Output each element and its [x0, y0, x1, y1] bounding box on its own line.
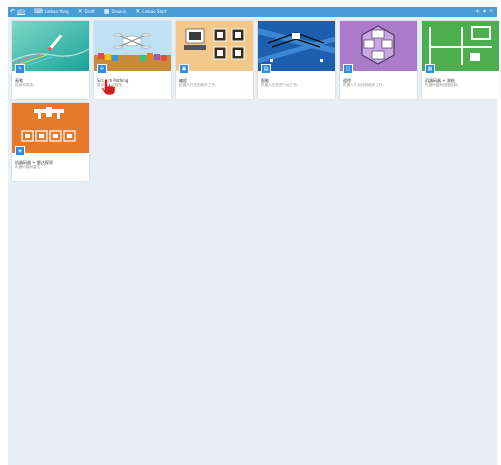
card-radar[interactable]: ◈ 机器码器 + 雷达探测 机器码器和雷达。 — [12, 103, 89, 181]
hand-pointer-icon — [101, 78, 116, 96]
tools-icon: ✕ — [77, 8, 83, 15]
tools-icon: ✕ — [135, 8, 141, 15]
grid-icon: ▦ — [103, 8, 110, 15]
card-pen[interactable]: ✎ 画笔 绘画和笔迹。 — [12, 21, 89, 99]
smart-icon: ▤ — [261, 64, 271, 74]
toolbar-item-2[interactable]: ✕ Draft — [78, 9, 95, 15]
toolbar-item-1-label: Liebao Yang — [44, 9, 69, 14]
toolbar-item-3[interactable]: ▦ Draw.io — [104, 9, 127, 15]
remote-icon: ◫ — [343, 64, 353, 74]
card-pen-desc: 绘画和笔迹。 — [15, 83, 37, 87]
toolbar-right-controls: ◐ ◉ ☰ — [473, 9, 493, 13]
card-radar-desc: 机器码器和雷达。 — [15, 165, 44, 169]
toolbar-item-2-label: Draft — [84, 9, 95, 14]
radar-icon: ◈ — [15, 146, 25, 156]
card-programming[interactable]: ▣ 编程 机器人行走的程序工作。 — [176, 21, 253, 99]
pen-icon: ✎ — [15, 64, 25, 74]
code-icon: ⌨ — [34, 8, 43, 15]
toolbar-item-4[interactable]: ✕ Liebao Start — [135, 9, 166, 15]
language-icon[interactable]: ◐ — [476, 9, 480, 13]
top-toolbar: ↶ 返回 ⌨ Liebao Yang ✕ Draft ▦ Draw.io ✕ L… — [8, 7, 497, 17]
toolbar-item-1[interactable]: ⌨ Liebao Yang — [34, 9, 69, 15]
mapping-icon: ▦ — [425, 64, 435, 74]
card-remote[interactable]: ◫ 遥控 机器人平台控制程序工作。 — [340, 21, 417, 99]
card-smart[interactable]: ▤ 智能 机器人在前进行动工作。 — [258, 21, 335, 99]
menu-icon[interactable]: ☰ — [489, 9, 493, 13]
toolbar-back-label: 返回 — [17, 9, 26, 14]
card-mapping[interactable]: ▦ 机器码器 + 测绘 机器码器和地图绘制。 — [422, 21, 499, 99]
toolbar-item-4-label: Liebao Start — [142, 9, 167, 14]
drone-icon: ✢ — [97, 64, 107, 74]
card-mapping-desc: 机器码器和地图绘制。 — [425, 83, 461, 87]
card-smart-desc: 机器人在前进行动工作。 — [261, 83, 301, 87]
card-gallery: ✎ 画笔 绘画和笔迹。 ✢ Scratch Pathing ▣ 编程 机器人行走… — [8, 17, 499, 465]
toolbar-item-3-label: Draw.io — [111, 9, 127, 14]
programming-icon: ▣ — [179, 64, 189, 74]
card-programming-desc: 机器人行走的程序工作。 — [179, 83, 219, 87]
toolbar-back-button[interactable]: ↶ 返回 — [10, 9, 25, 15]
account-icon[interactable]: ◉ — [483, 9, 487, 13]
back-arrow-icon: ↶ — [10, 8, 16, 15]
card-remote-desc: 机器人平台控制程序工作。 — [343, 83, 387, 87]
